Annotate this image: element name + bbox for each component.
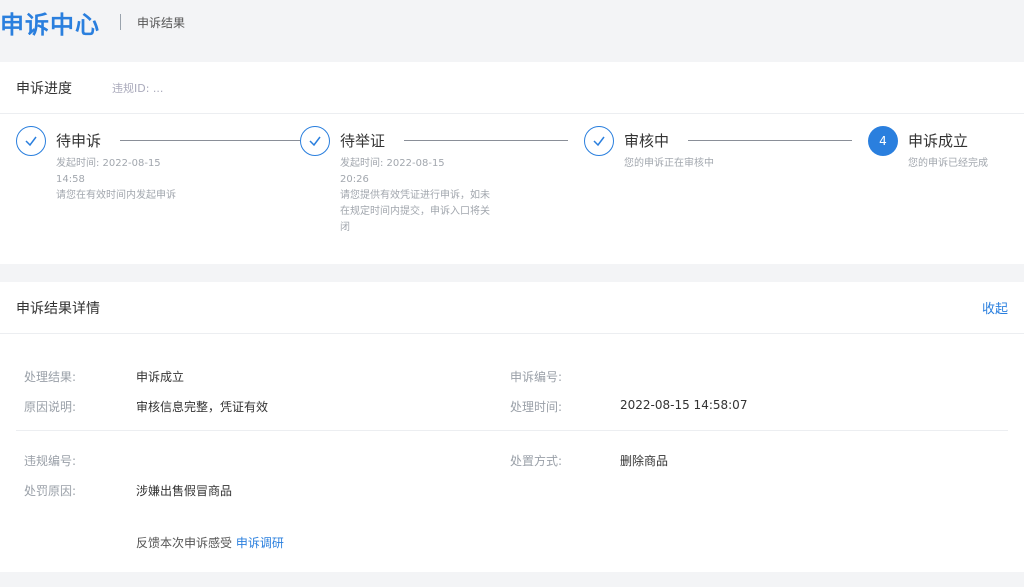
progress-steps: 待申诉 发起时间: 2022-08-15 14:58 请您在有效时间内发起申诉 … [0, 62, 1024, 264]
penalty-label: 处罚原因: [24, 484, 77, 498]
result-value: 申诉成立 [136, 370, 185, 384]
step-2-title: 待举证 [340, 132, 386, 150]
feedback-text: 反馈本次申诉感受 [136, 536, 233, 550]
violation-no-row: 违规编号: [24, 452, 76, 469]
check-circle-icon [16, 126, 46, 156]
step-2-time: 发起时间: 2022-08-15 [340, 158, 445, 169]
time-value: 2022-08-15 14:58:07 [620, 398, 748, 412]
violation-no-label: 违规编号: [24, 454, 77, 468]
step-4-title: 申诉成立 [908, 132, 969, 150]
method-value: 删除商品 [620, 454, 669, 468]
step-1-text: 请您在有效时间内发起申诉 [56, 190, 176, 201]
header-divider [120, 14, 121, 30]
detail-card-header: 申诉结果详情 收起 [0, 282, 1024, 334]
check-circle-icon [584, 126, 614, 156]
step-number-badge: 4 [868, 126, 898, 156]
appeal-no-row: 申诉编号: [510, 368, 562, 385]
collapse-link[interactable]: 收起 [982, 298, 1008, 317]
appeal-no-label: 申诉编号: [510, 370, 563, 384]
step-1-connector [120, 140, 300, 141]
check-circle-icon [300, 126, 330, 156]
result-row: 处理结果: [24, 368, 76, 385]
reason-label: 原因说明: [24, 400, 77, 414]
step-2-time2: 20:26 [340, 174, 369, 185]
page-header: 申诉中心 申诉结果 [0, 0, 1024, 44]
step-3-connector [688, 140, 852, 141]
detail-card: 申诉结果详情 收起 处理结果: 申诉成立 申诉编号: 原因说明: 审核信息完整，… [0, 282, 1024, 572]
method-label: 处置方式: [510, 454, 563, 468]
detail-title: 申诉结果详情 [16, 300, 100, 317]
page-subtitle: 申诉结果 [137, 15, 186, 30]
step-2-text: 请您提供有效凭证进行申诉，如未在规定时间内提交，申诉入口将关闭 [340, 190, 490, 233]
step-3-title: 审核中 [624, 132, 670, 150]
step-1-title: 待申诉 [56, 132, 102, 150]
step-1-time2: 14:58 [56, 174, 85, 185]
time-label: 处理时间: [510, 400, 563, 414]
detail-divider [16, 430, 1008, 431]
reason-row: 原因说明: [24, 398, 76, 415]
feedback-line: 反馈本次申诉感受 申诉调研 [136, 534, 284, 551]
result-label: 处理结果: [24, 370, 77, 384]
step-4-text: 您的申诉已经完成 [908, 158, 988, 169]
method-row: 处置方式: [510, 452, 562, 469]
penalty-value: 涉嫌出售假冒商品 [136, 484, 233, 498]
survey-link[interactable]: 申诉调研 [236, 536, 284, 550]
step-3-text: 您的申诉正在审核中 [624, 158, 714, 169]
page-title: 申诉中心 [0, 10, 100, 39]
penalty-row: 处罚原因: [24, 482, 76, 499]
step-1-time: 发起时间: 2022-08-15 [56, 158, 161, 169]
time-row: 处理时间: [510, 398, 562, 415]
step-2-desc: 发起时间: 2022-08-15 20:26 请您提供有效凭证进行申诉，如未在规… [340, 156, 490, 236]
step-1-desc: 发起时间: 2022-08-15 14:58 请您在有效时间内发起申诉 [56, 156, 206, 204]
reason-value: 审核信息完整，凭证有效 [136, 400, 269, 414]
step-2-connector [404, 140, 568, 141]
step-4-desc: 您的申诉已经完成 [908, 156, 1024, 172]
step-3-desc: 您的申诉正在审核中 [624, 156, 794, 172]
